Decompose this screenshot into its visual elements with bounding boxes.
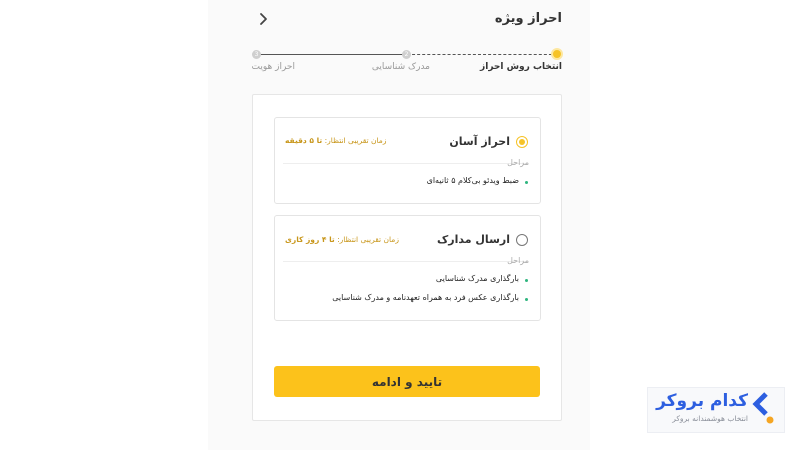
wait-time-documents: زمان تقریبی انتظار: تا ۴ روز کاری <box>285 235 399 244</box>
stepper: 2 3 انتخاب روش احراز مدرک شناسایی احراز … <box>0 0 800 90</box>
confirm-continue-button[interactable]: تایید و ادامه <box>274 366 540 397</box>
stage-item-documents-2: بارگذاری عکس فرد به همراه تعهدنامه و مدر… <box>332 293 519 302</box>
brand-badge: کدام بروکر انتخاب هوشمندانه بروکر <box>647 387 785 433</box>
option-easy-verification[interactable] <box>274 117 541 204</box>
brand-tagline: انتخاب هوشمندانه بروکر <box>672 414 748 423</box>
stages-label-easy: مراحل <box>507 158 529 167</box>
step-3-label: احراز هویت <box>251 62 295 72</box>
option-title-documents: ارسال مدارک <box>437 233 510 246</box>
radio-easy-verification[interactable] <box>516 136 528 148</box>
step-1-indicator <box>551 48 563 60</box>
stages-label-documents: مراحل <box>507 256 529 265</box>
step-3-indicator: 3 <box>252 50 261 59</box>
stage-item-easy-1: ضبط ویدئو بی‌کلام ۵ ثانیه‌ای <box>426 176 519 185</box>
stepper-connector <box>257 54 407 55</box>
bullet-icon <box>525 279 528 282</box>
radio-send-documents[interactable] <box>516 234 528 246</box>
brand-name: کدام بروکر <box>656 391 748 411</box>
step-2-label: مدرک شناسایی <box>371 62 430 72</box>
option-divider <box>283 261 527 262</box>
option-title-easy: احراز آسان <box>449 135 510 148</box>
wait-value-documents: تا ۴ روز کاری <box>285 235 335 244</box>
brand-logo-icon <box>752 392 774 424</box>
wait-value-easy: تا ۵ دقیقه <box>285 136 323 145</box>
stepper-connector-dashed <box>407 54 557 55</box>
wait-time-easy: زمان تقریبی انتظار: تا ۵ دقیقه <box>285 136 387 145</box>
step-1-label: انتخاب روش احراز <box>480 62 562 72</box>
step-2-indicator: 2 <box>402 50 411 59</box>
stage-item-documents-1: بارگذاری مدرک شناسایی <box>435 274 519 283</box>
option-divider <box>283 163 527 164</box>
bullet-icon <box>525 181 528 184</box>
bullet-icon <box>525 298 528 301</box>
option-send-documents[interactable] <box>274 215 541 321</box>
